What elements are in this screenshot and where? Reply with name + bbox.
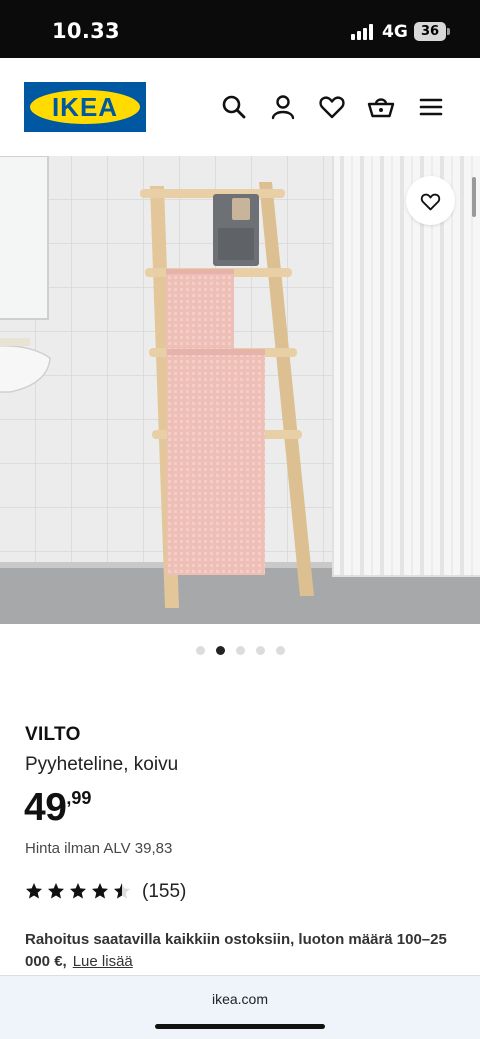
- url-text[interactable]: ikea.com: [0, 991, 480, 1007]
- star-icon: [70, 883, 86, 899]
- read-more-link[interactable]: Lue lisää: [73, 953, 133, 970]
- star-icon: [26, 883, 42, 899]
- product-price: 49,99: [24, 786, 91, 836]
- basket-icon[interactable]: [366, 92, 396, 122]
- product-brand: VILTO: [25, 724, 81, 745]
- product-description: Pyyheteline, koivu: [25, 754, 179, 775]
- battery-tip: [447, 28, 450, 35]
- site-header: IKEA: [0, 58, 480, 156]
- heart-icon: [420, 193, 441, 211]
- add-to-favourites-button[interactable]: [406, 176, 455, 225]
- price-decimal: ,99: [66, 788, 92, 808]
- gallery-dot[interactable]: [276, 646, 285, 655]
- rating-stars[interactable]: [25, 882, 135, 902]
- star-icon: [48, 883, 64, 899]
- gallery-dot[interactable]: [196, 646, 205, 655]
- heart-icon[interactable]: [317, 92, 347, 122]
- product-photo-illustration: [0, 156, 480, 624]
- review-count[interactable]: (155): [142, 881, 186, 903]
- financing-info: Rahoitus saatavilla kaikkiin ostoksiin, …: [25, 929, 455, 973]
- search-icon[interactable]: [219, 92, 249, 122]
- logo-text: IKEA: [51, 92, 119, 122]
- product-image[interactable]: [0, 156, 480, 624]
- scroll-indicator: [472, 177, 476, 217]
- gallery-dot[interactable]: [216, 646, 225, 655]
- price-integer: 49: [24, 786, 67, 829]
- gallery-dot[interactable]: [236, 646, 245, 655]
- gallery-pagination: [196, 646, 296, 656]
- ikea-logo[interactable]: IKEA: [24, 82, 146, 132]
- gallery-dot[interactable]: [256, 646, 265, 655]
- signal-icon: [351, 24, 375, 40]
- star-icon: [114, 883, 130, 899]
- user-icon[interactable]: [268, 92, 298, 122]
- battery-icon: 36: [414, 22, 446, 41]
- browser-address-bar[interactable]: ikea.com: [0, 975, 480, 1039]
- status-time: 10.33: [52, 19, 120, 43]
- status-bar: 10.33 4G 36: [0, 0, 480, 58]
- star-icon: [92, 883, 108, 899]
- price-without-vat: Hinta ilman ALV 39,83: [25, 840, 173, 857]
- menu-icon[interactable]: [416, 92, 446, 122]
- home-indicator[interactable]: [155, 1024, 325, 1029]
- network-label: 4G: [382, 22, 408, 42]
